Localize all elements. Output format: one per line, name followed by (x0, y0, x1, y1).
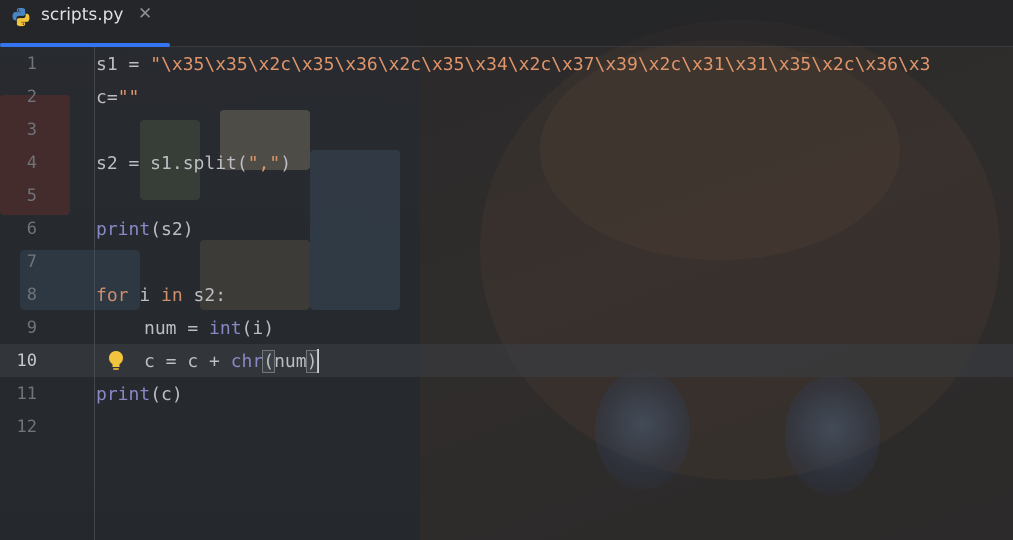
code-editor[interactable]: 1 s1 = "\x35\x35\x2c\x35\x36\x2c\x35\x34\… (0, 47, 1013, 540)
code-line[interactable]: 6 print(s2) (0, 213, 1013, 246)
code-text: for i in s2: (96, 279, 226, 312)
ide-window: scripts.py ✕ 1 s1 = "\x35\x35\x2c\x35\x36… (0, 0, 1013, 540)
code-text: c="" (96, 81, 139, 114)
code-token: num (274, 351, 307, 372)
line-number: 8 (26, 285, 37, 305)
code-line[interactable]: 1 s1 = "\x35\x35\x2c\x35\x36\x2c\x35\x34\… (0, 48, 1013, 81)
code-line[interactable]: 3 (0, 114, 1013, 147)
code-token: num = (144, 318, 210, 339)
code-text: s2 = s1.split(",") (96, 147, 291, 180)
builtin-token: print (96, 219, 151, 240)
code-text: print(c) (96, 378, 183, 411)
line-number: 4 (26, 153, 37, 173)
tab-title: scripts.py (41, 5, 124, 25)
code-token: c= (96, 87, 118, 108)
code-token: i (128, 285, 162, 306)
text-caret (317, 349, 320, 373)
line-number: 6 (26, 219, 37, 239)
lightbulb-icon[interactable] (106, 349, 126, 373)
code-line[interactable]: 7 (0, 246, 1013, 279)
code-text: print(s2) (96, 213, 194, 246)
code-line[interactable]: 12 (0, 411, 1013, 444)
builtin-token: print (96, 384, 151, 405)
line-number: 11 (16, 384, 37, 404)
line-number: 10 (16, 351, 37, 371)
code-text: num = int(i) (144, 312, 274, 345)
code-line[interactable]: 8 for i in s2: (0, 279, 1013, 312)
code-line[interactable]: 9 num = int(i) (0, 312, 1013, 345)
keyword-token: for (96, 285, 129, 306)
line-number: 12 (16, 417, 37, 437)
line-number: 7 (26, 252, 37, 272)
builtin-token: int (209, 318, 242, 339)
string-token: "" (117, 87, 140, 108)
string-token: "\x35\x35\x2c\x35\x36\x2c\x35\x34\x2c\x3… (150, 54, 931, 75)
line-number: 1 (26, 54, 37, 74)
code-line[interactable]: 2 c="" (0, 81, 1013, 114)
tab-scripts-py[interactable]: scripts.py ✕ (0, 0, 170, 47)
line-number: 5 (26, 186, 37, 206)
string-token: "," (247, 153, 281, 174)
line-number: 3 (26, 120, 37, 140)
line-number: 9 (26, 318, 37, 338)
line-number: 2 (26, 87, 37, 107)
python-file-icon (12, 7, 30, 27)
code-token: (c) (150, 384, 183, 405)
code-token: c = c + (144, 351, 231, 372)
code-text: s1 = "\x35\x35\x2c\x35\x36\x2c\x35\x34\x… (96, 48, 930, 81)
code-token: (i) (241, 318, 275, 339)
code-line[interactable]: 10 c = c + chr(num) (0, 345, 1013, 378)
code-token: s2 = s1.split( (96, 153, 248, 174)
editor-tab-bar: scripts.py ✕ (0, 0, 1013, 47)
code-token: ) (305, 350, 319, 373)
keyword-token: in (161, 285, 183, 306)
code-line[interactable]: 5 (0, 180, 1013, 213)
builtin-token: chr (230, 351, 264, 372)
code-line[interactable]: 11 print(c) (0, 378, 1013, 411)
code-text: c = c + chr(num) (144, 345, 320, 378)
code-token: s1 = (96, 54, 151, 75)
close-icon[interactable]: ✕ (138, 4, 152, 24)
code-token: s2: (182, 285, 227, 306)
code-token: (s2) (150, 219, 194, 240)
code-line[interactable]: 4 s2 = s1.split(",") (0, 147, 1013, 180)
code-token: ( (262, 350, 276, 373)
code-token: ) (280, 153, 292, 174)
